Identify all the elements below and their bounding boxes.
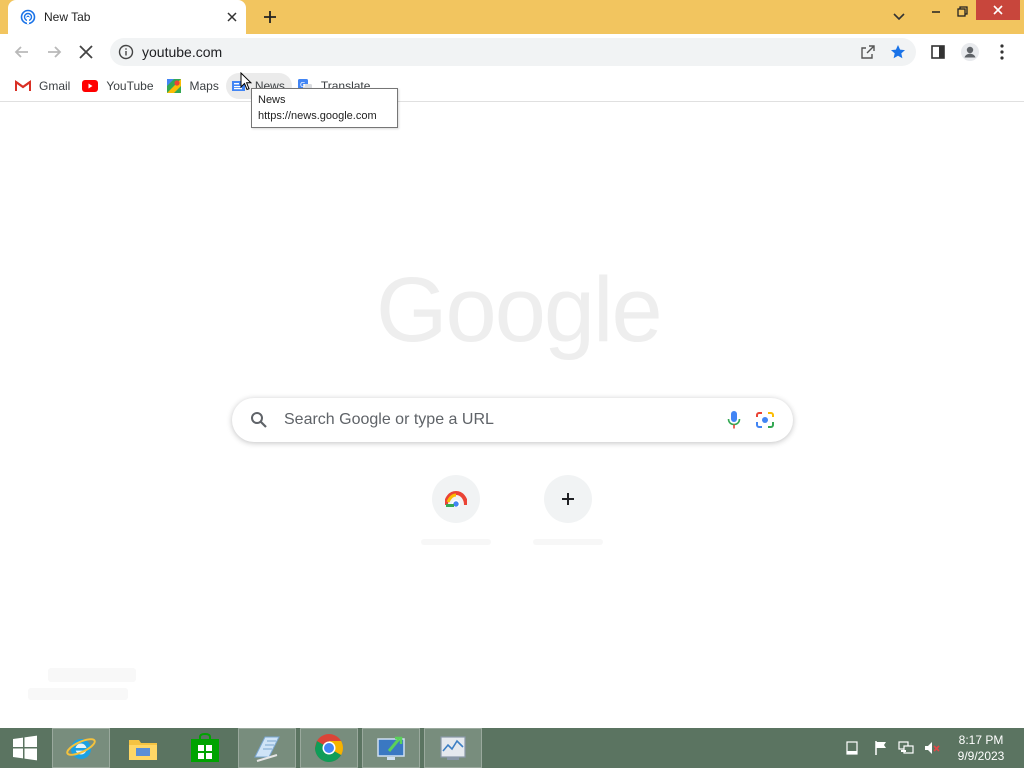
back-arrow-icon <box>14 46 28 58</box>
shortcut-circle <box>544 475 592 523</box>
microphone-icon[interactable] <box>727 410 741 430</box>
volume-muted-icon[interactable] <box>924 741 940 755</box>
close-icon <box>993 5 1003 15</box>
internet-explorer-icon <box>66 738 96 759</box>
restore-icon <box>956 5 968 17</box>
chevron-down-icon <box>893 13 905 21</box>
chrome-web-store-icon <box>445 491 467 507</box>
back-button[interactable] <box>10 40 34 64</box>
tooltip-url: https://news.google.com <box>258 110 377 122</box>
google-lens-icon[interactable] <box>755 411 775 429</box>
windows-start-icon <box>13 735 37 761</box>
minimize-icon <box>932 11 940 13</box>
clock-date: 9/9/2023 <box>957 749 1005 763</box>
google-logo: Google <box>376 259 663 361</box>
tab-search-button[interactable] <box>886 6 912 28</box>
taskbar-clock[interactable]: 8:17 PM 9/9/2023 <box>944 732 1018 764</box>
search-box-actions <box>727 410 775 430</box>
add-shortcut-tile[interactable] <box>512 475 624 557</box>
avatar-icon <box>961 43 979 61</box>
kebab-menu-icon <box>1000 44 1004 60</box>
add-shortcut-icon <box>562 493 574 505</box>
tab-title: New Tab <box>44 10 91 24</box>
taskbar-chrome[interactable] <box>300 728 358 768</box>
address-bar[interactable]: youtube.com <box>110 38 916 66</box>
bookmark-label: Maps <box>189 78 219 93</box>
faint-overlay <box>48 668 136 682</box>
faint-overlay <box>28 688 128 700</box>
tab-close-icon[interactable] <box>222 7 242 27</box>
task-manager-icon <box>440 736 466 760</box>
address-bar-actions <box>860 44 906 60</box>
search-icon <box>250 410 270 430</box>
info-icon[interactable] <box>118 44 134 60</box>
side-panel-button[interactable] <box>926 40 950 64</box>
url-text[interactable]: youtube.com <box>142 44 860 60</box>
close-window-button[interactable] <box>976 0 1020 20</box>
maps-icon <box>166 78 182 94</box>
bookmark-star-icon[interactable] <box>890 44 906 60</box>
remote-desktop-icon <box>377 736 405 760</box>
search-input[interactable] <box>284 411 727 429</box>
share-icon[interactable] <box>860 44 876 60</box>
clock-time: 8:17 PM <box>958 733 1004 747</box>
chrome-icon <box>315 734 343 762</box>
start-button[interactable] <box>0 728 50 768</box>
notepad-icon <box>254 736 280 762</box>
taskbar-internet-explorer[interactable] <box>52 728 110 768</box>
bookmarks-bar: Gmail YouTube Maps News G Translate <box>0 70 1024 102</box>
menu-button[interactable] <box>990 40 1014 64</box>
action-center-flag-icon[interactable] <box>874 740 888 756</box>
tab-strip: New Tab <box>0 0 1024 34</box>
show-desktop-icon[interactable] <box>846 741 858 755</box>
tooltip-title: News <box>258 94 286 106</box>
taskbar-file-explorer[interactable] <box>114 728 172 768</box>
new-tab-button[interactable] <box>258 5 282 29</box>
stop-loading-button[interactable] <box>74 40 98 64</box>
shortcut-label-placeholder <box>421 539 491 545</box>
forward-arrow-icon <box>48 46 62 58</box>
bookmark-maps[interactable]: Maps <box>161 73 226 99</box>
shortcut-circle <box>432 475 480 523</box>
network-icon[interactable] <box>898 741 914 755</box>
taskbar-task-manager[interactable] <box>424 728 482 768</box>
store-icon <box>191 733 219 762</box>
close-icon <box>79 45 93 59</box>
taskbar-notepad[interactable] <box>238 728 296 768</box>
side-panel-icon <box>931 45 945 59</box>
bookmark-tooltip: News https://news.google.com <box>251 88 398 128</box>
windows-taskbar: 8:17 PM 9/9/2023 <box>0 728 1024 768</box>
system-tray <box>846 728 940 768</box>
youtube-icon <box>82 78 99 94</box>
gmail-icon <box>15 78 31 94</box>
plus-icon <box>264 11 276 23</box>
forward-button[interactable] <box>42 40 66 64</box>
tab-new-tab[interactable]: New Tab <box>8 0 246 34</box>
restore-button[interactable] <box>950 0 974 22</box>
shortcut-label-placeholder <box>533 539 603 545</box>
shortcut-tile-web-store[interactable] <box>400 475 512 557</box>
bookmark-gmail[interactable]: Gmail <box>10 73 77 99</box>
taskbar-store[interactable] <box>176 728 234 768</box>
bookmark-label: Gmail <box>39 78 71 93</box>
file-explorer-icon <box>129 740 157 760</box>
search-box[interactable] <box>232 398 793 442</box>
mouse-cursor-icon <box>240 72 252 91</box>
profile-button[interactable] <box>958 40 982 64</box>
tab-favicon-icon <box>20 9 36 25</box>
bookmark-label: YouTube <box>106 78 154 93</box>
browser-toolbar: youtube.com <box>0 34 1024 70</box>
minimize-button[interactable] <box>924 0 948 22</box>
taskbar-remote-desktop[interactable] <box>362 728 420 768</box>
bookmark-youtube[interactable]: YouTube <box>77 73 160 99</box>
